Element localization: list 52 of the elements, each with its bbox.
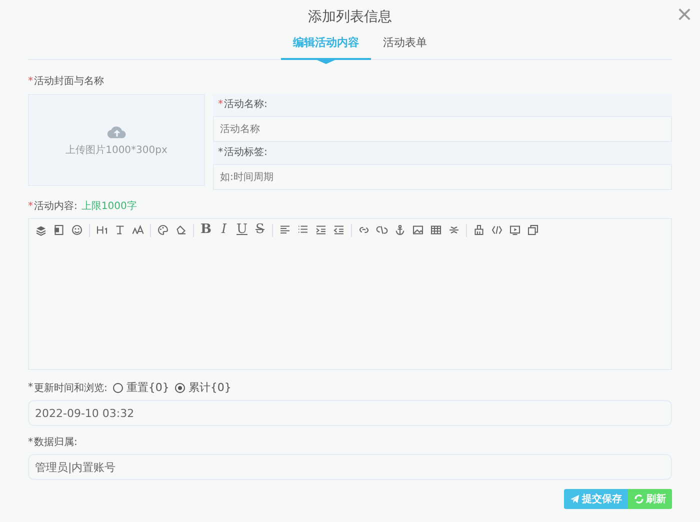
input-field[interactable]: 如:时间周期 (213, 164, 672, 190)
required-mark: * (28, 76, 33, 86)
table-icon[interactable] (430, 224, 442, 236)
cloud-upload-icon (106, 124, 126, 138)
required-mark: * (218, 98, 223, 110)
outdent-icon[interactable] (333, 224, 345, 236)
align-left-icon[interactable] (279, 224, 291, 236)
radio-button[interactable] (113, 382, 124, 392)
unlink-icon[interactable] (376, 224, 388, 236)
layers-icon[interactable] (35, 224, 47, 236)
palette-icon[interactable] (157, 224, 169, 236)
input-field[interactable]: 活动名称 (213, 116, 672, 142)
anchor-icon[interactable] (394, 224, 406, 236)
required-mark: * (28, 382, 33, 393)
format-button[interactable]: I (218, 223, 230, 237)
input-field[interactable]: 管理员|内置账号 (28, 454, 672, 480)
upload-hint: 上传图片1000*300px (66, 144, 168, 156)
option-label: 重置{0} (126, 380, 170, 395)
refresh-icon (634, 494, 644, 504)
list-icon[interactable] (297, 224, 309, 236)
image-icon[interactable] (412, 224, 424, 236)
format-button[interactable]: S (254, 223, 266, 237)
paper-plane-icon (570, 494, 580, 504)
indent-icon[interactable] (315, 224, 327, 236)
required-mark: * (28, 200, 33, 212)
rich-text-editor[interactable]: B I U S (28, 218, 672, 370)
field-label: 数据归属: (34, 436, 78, 449)
format-button[interactable]: U (236, 223, 248, 237)
radio-button[interactable] (175, 382, 186, 392)
link-icon[interactable] (358, 224, 370, 236)
field-label: 更新时间和浏览: (34, 382, 108, 394)
document-icon[interactable] (53, 224, 65, 236)
code-icon[interactable] (491, 224, 503, 236)
horizontal-rule-icon[interactable] (448, 224, 460, 236)
field-label: 活动名称: (224, 98, 268, 111)
tab[interactable]: 活动表单 (371, 32, 439, 60)
font-size-icon[interactable] (132, 224, 144, 236)
heading-icon[interactable] (96, 224, 108, 236)
dialog-title: 添加列表信息 (308, 8, 392, 27)
required-mark: * (28, 436, 33, 448)
format-button[interactable]: B (200, 223, 212, 237)
field-label: 活动内容: (34, 200, 78, 213)
copy-icon[interactable] (527, 224, 539, 236)
date-time-field[interactable]: 2022-09-10 03:32 (28, 400, 672, 426)
field-label: 活动标签: (224, 146, 268, 159)
brush-icon[interactable] (473, 224, 485, 236)
required-mark: * (218, 146, 223, 158)
smiley-icon[interactable] (71, 224, 83, 236)
option-label: 累计{0} (188, 380, 232, 395)
hint-text: 上限1000字 (81, 200, 137, 213)
field-label: 活动封面与名称 (34, 74, 104, 88)
video-icon[interactable] (509, 224, 521, 236)
